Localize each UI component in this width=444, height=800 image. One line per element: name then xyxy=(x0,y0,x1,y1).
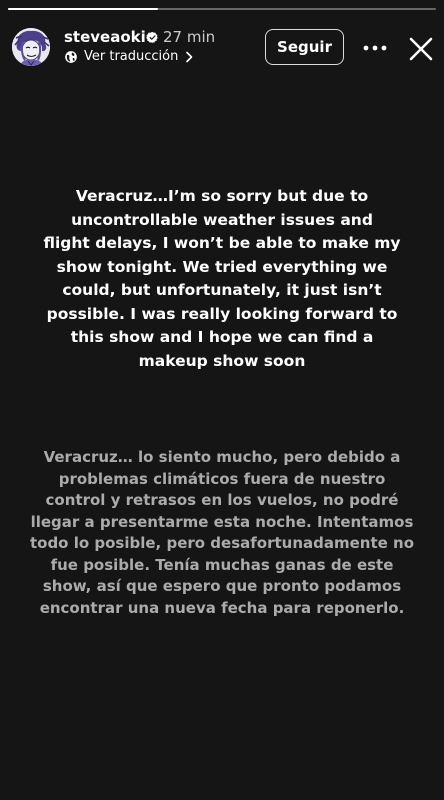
globe-icon xyxy=(65,51,77,63)
story-text-spanish-translation: Veracruz… lo siento mucho, pero debido a… xyxy=(29,448,415,617)
avatar[interactable] xyxy=(12,28,50,66)
verified-badge-icon xyxy=(146,31,158,44)
follow-button[interactable]: Seguir xyxy=(265,29,344,65)
username[interactable]: steveaoki xyxy=(64,28,146,46)
see-translation-link[interactable]: Ver traducción xyxy=(64,48,194,66)
story-text-english: Veracruz…I’m so sorry but due to uncontr… xyxy=(43,187,401,370)
close-icon[interactable] xyxy=(406,34,436,64)
post-timestamp: 27 min xyxy=(163,28,216,46)
story-header: steveaoki 27 min Ver traducción Seguir xyxy=(0,0,444,80)
see-translation-label: Ver traducción xyxy=(84,49,179,64)
more-horizontal-icon[interactable] xyxy=(362,38,388,58)
chevron-right-icon xyxy=(186,51,193,63)
story-viewer: steveaoki 27 min Ver traducción Seguir V… xyxy=(0,0,444,800)
